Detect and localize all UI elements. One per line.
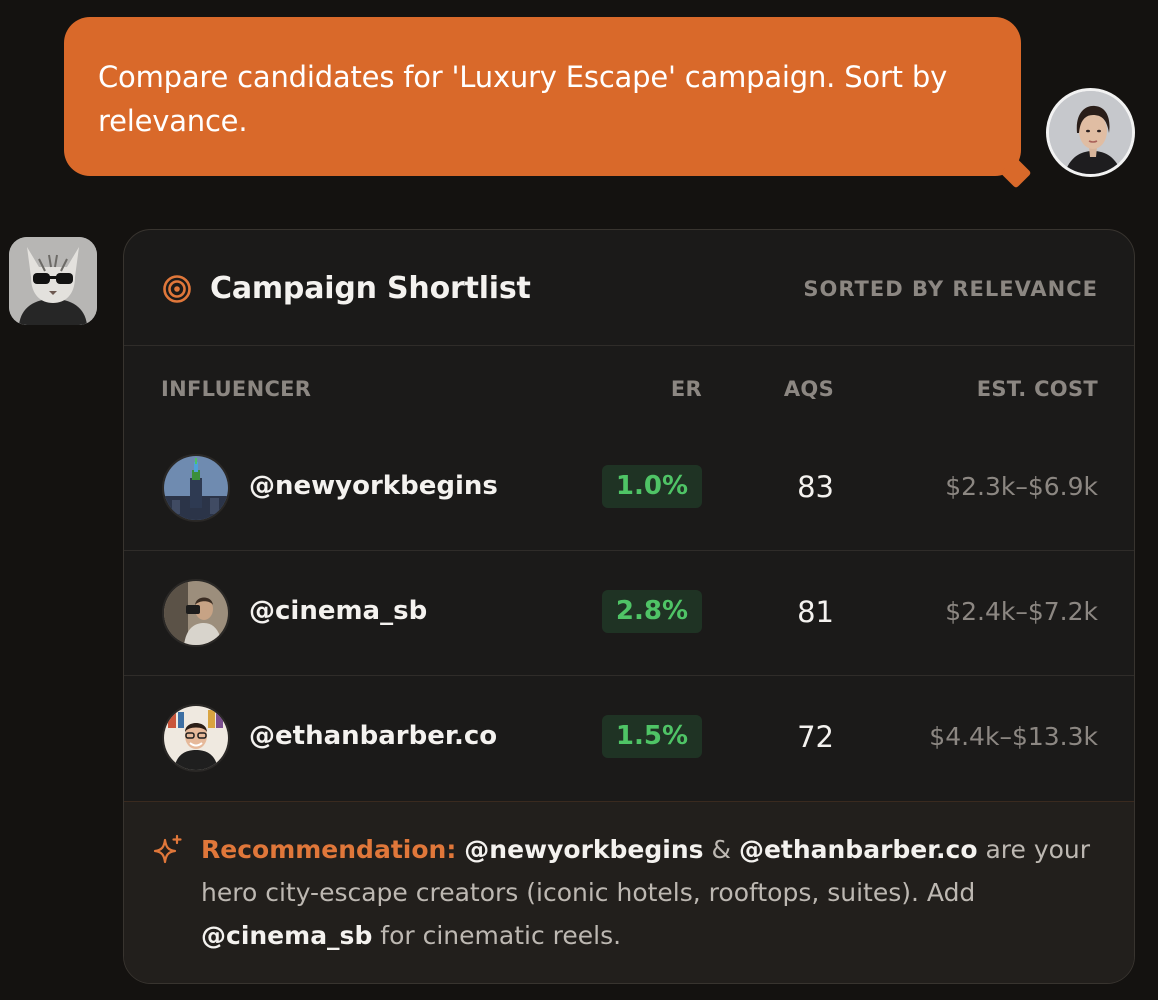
- column-header-influencer: INFLUENCER: [161, 377, 312, 401]
- influencer-avatar[interactable]: [162, 704, 230, 772]
- column-header-aqs: AQS: [783, 377, 834, 401]
- user-avatar[interactable]: [1046, 88, 1135, 177]
- bubble-tail: [1000, 157, 1032, 189]
- est-cost-value: $2.3k–$6.9k: [945, 472, 1098, 501]
- recommendation-label: Recommendation:: [201, 835, 457, 864]
- user-avatar-image: [1049, 91, 1132, 174]
- recommendation-handle[interactable]: @ethanbarber.co: [739, 835, 978, 864]
- sparkle-icon: [153, 834, 182, 864]
- chat-stage: Compare candidates for 'Luxury Escape' c…: [0, 0, 1158, 1000]
- recommendation-text: Recommendation: @newyorkbegins & @ethanb…: [201, 828, 1106, 957]
- table-row[interactable]: @newyorkbegins 1.0% 83 $2.3k–$6.9k: [124, 426, 1134, 551]
- sort-label: SORTED BY RELEVANCE: [803, 277, 1098, 301]
- recommendation-text-part: &: [703, 835, 739, 864]
- est-cost-value: $4.4k–$13.3k: [929, 722, 1098, 751]
- est-cost-value: $2.4k–$7.2k: [945, 597, 1098, 626]
- aqs-value: 72: [797, 720, 834, 754]
- column-header-est-cost: EST. COST: [976, 377, 1098, 401]
- smiling-man-avatar-image: [164, 706, 228, 770]
- recommendation-text-part: for cinematic reels.: [372, 921, 622, 950]
- photographer-avatar-image: [164, 581, 228, 645]
- table-row[interactable]: @ethanbarber.co 1.5% 72 $4.4k–$13.3k: [124, 676, 1134, 801]
- influencer-handle[interactable]: @newyorkbegins: [249, 469, 498, 503]
- influencer-avatar[interactable]: [162, 579, 230, 647]
- table-row[interactable]: @cinema_sb 2.8% 81 $2.4k–$7.2k: [124, 551, 1134, 676]
- aqs-value: 81: [797, 595, 834, 629]
- user-message-bubble: Compare candidates for 'Luxury Escape' c…: [64, 17, 1032, 189]
- recommendation-handle[interactable]: @newyorkbegins: [464, 835, 703, 864]
- recommendation-handle[interactable]: @cinema_sb: [201, 921, 372, 950]
- er-badge: 2.8%: [601, 590, 702, 633]
- influencer-handle[interactable]: @ethanbarber.co: [249, 719, 497, 753]
- er-badge: 1.5%: [601, 715, 702, 758]
- er-badge: 1.0%: [601, 465, 702, 508]
- target-icon: [163, 275, 191, 303]
- cat-sunglasses-avatar-image: [9, 237, 97, 325]
- card-header: Campaign Shortlist SORTED BY RELEVANCE: [124, 230, 1134, 346]
- user-message-text: Compare candidates for 'Luxury Escape' c…: [98, 60, 948, 138]
- influencer-handle[interactable]: @cinema_sb: [249, 594, 427, 628]
- recommendation-panel: Recommendation: @newyorkbegins & @ethanb…: [124, 801, 1134, 983]
- influencer-avatar[interactable]: [162, 454, 230, 522]
- city-skyline-avatar-image: [164, 456, 228, 520]
- campaign-shortlist-card: Campaign Shortlist SORTED BY RELEVANCE I…: [123, 229, 1135, 984]
- assistant-avatar[interactable]: [9, 237, 97, 325]
- column-header-er: ER: [670, 377, 702, 401]
- aqs-value: 83: [797, 470, 834, 504]
- card-title: Campaign Shortlist: [210, 271, 531, 306]
